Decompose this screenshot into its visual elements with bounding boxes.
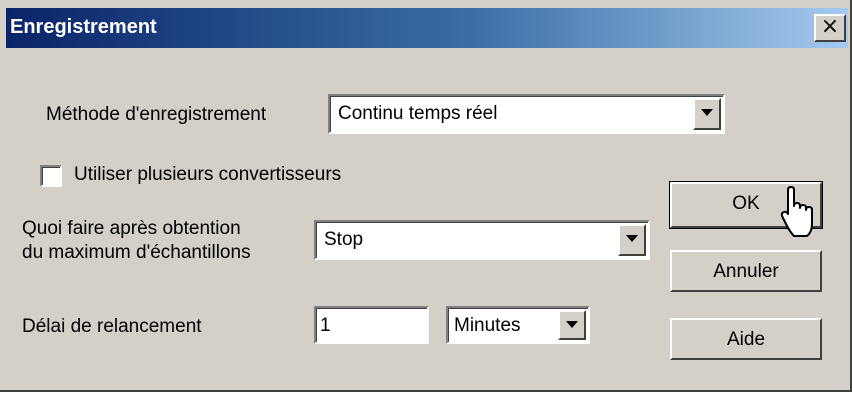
restart-delay-unit-dropdown-button[interactable] — [558, 310, 586, 340]
close-button[interactable]: × — [814, 14, 846, 42]
chevron-down-icon — [701, 109, 713, 116]
after-max-label-line1: Quoi faire après obtention — [22, 218, 241, 239]
multi-converters-checkbox[interactable] — [40, 165, 62, 187]
method-dropdown-button[interactable] — [693, 98, 721, 130]
chevron-down-icon — [626, 235, 638, 242]
restart-delay-input[interactable]: 1 — [314, 306, 429, 344]
restart-delay-unit: Minutes — [454, 315, 521, 336]
after-max-label-line2: du maximum d'échantillons — [22, 242, 251, 263]
restart-delay-value: 1 — [320, 315, 331, 336]
method-dropdown[interactable]: Continu temps réel — [328, 94, 725, 134]
recording-dialog: Enregistrement × Méthode d'enregistremen… — [0, 0, 852, 392]
hand-pointer-cursor-icon — [780, 186, 813, 237]
multi-converters-label: Utiliser plusieurs convertisseurs — [74, 164, 342, 185]
restart-delay-label: Délai de relancement — [22, 316, 202, 337]
help-button-label: Aide — [726, 329, 766, 350]
restart-delay-unit-dropdown[interactable]: Minutes — [446, 306, 590, 344]
help-button[interactable]: Aide — [670, 318, 822, 360]
cancel-button-label: Annuler — [713, 261, 779, 282]
title-bar[interactable]: Enregistrement × — [6, 8, 848, 48]
window-title: Enregistrement — [10, 16, 157, 38]
cancel-button[interactable]: Annuler — [670, 250, 822, 292]
after-max-dropdown[interactable]: Stop — [314, 220, 650, 260]
method-label: Méthode d'enregistrement — [46, 104, 267, 125]
after-max-value: Stop — [324, 229, 364, 250]
method-value: Continu temps réel — [338, 103, 498, 124]
after-max-dropdown-button[interactable] — [618, 224, 646, 256]
close-icon: × — [820, 14, 840, 39]
chevron-down-icon — [566, 321, 578, 328]
